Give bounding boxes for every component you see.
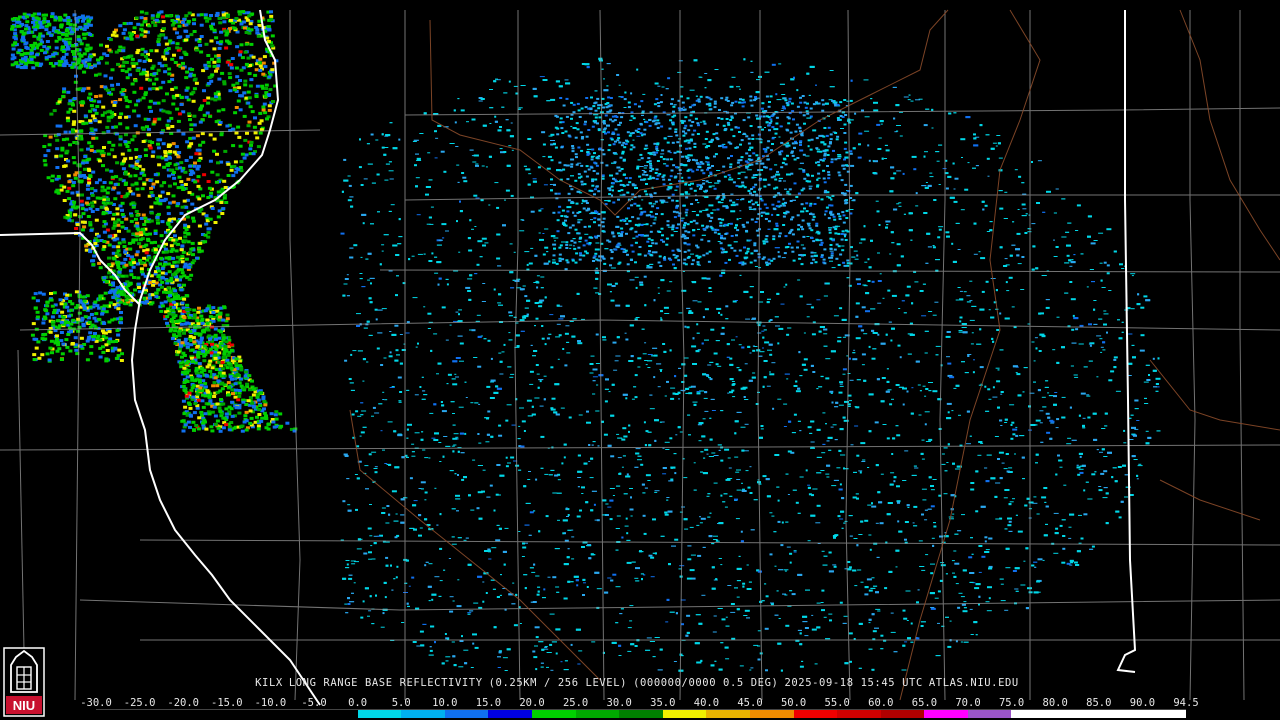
- legend-swatch: [444, 710, 489, 718]
- legend-tick: 80.0: [1042, 697, 1068, 709]
- legend-swatch: [226, 710, 271, 718]
- legend-swatch: [619, 710, 663, 718]
- legend-tick: 40.0: [693, 697, 720, 709]
- legend-swatch: [967, 710, 1012, 718]
- legend-tick: 94.5: [1173, 697, 1199, 709]
- radar-map: [0, 0, 1280, 720]
- legend-swatch: [662, 710, 707, 718]
- legend-tick: -15.0: [210, 697, 243, 709]
- legend-tick: 65.0: [911, 697, 938, 709]
- legend-tick: 35.0: [650, 697, 676, 709]
- legend-tick: -10.0: [254, 697, 287, 709]
- legend-tick: 45.0: [737, 697, 763, 709]
- legend-swatch: [270, 710, 314, 718]
- legend-swatch: [880, 710, 925, 718]
- legend-swatch: [837, 710, 881, 718]
- product-resolution: (0.25KM / 256 LEVEL): [488, 677, 628, 689]
- timestamp: 2025-09-18 15:45 UTC: [784, 677, 923, 689]
- legend-swatch: [139, 710, 184, 718]
- legend-tick: 15.0: [475, 697, 502, 709]
- legend-swatch: [793, 710, 838, 718]
- legend-swatch: [531, 710, 576, 718]
- legend-swatch: [183, 710, 227, 718]
- product-title: LONG RANGE BASE REFLECTIVITY: [288, 677, 483, 689]
- legend-tick: 75.0: [998, 697, 1025, 709]
- legend-swatch: [313, 710, 358, 718]
- legend-tick: -25.0: [123, 697, 156, 709]
- legend-swatch: [924, 710, 968, 718]
- legend-swatch: [1142, 710, 1186, 718]
- legend-tick: -30.0: [80, 697, 112, 709]
- legend-tick: -5.0: [301, 697, 327, 709]
- legend-tick: 90.0: [1129, 697, 1156, 709]
- volume-info: (000000/0000 0.5 DEG): [633, 677, 779, 689]
- legend-tick: -20.0: [167, 697, 199, 709]
- legend-color-bar: [96, 709, 1186, 718]
- legend-tick: 0.0: [348, 697, 368, 709]
- legend-tick: 30.0: [606, 697, 632, 709]
- radar-station: KILX: [255, 677, 283, 689]
- legend-swatch: [1055, 710, 1099, 718]
- legend-swatch: [1098, 710, 1143, 718]
- legend-ticks: -30.0 -25.0 -20.0 -15.0 -10.0 -5.0 0.0 5.0 10.0 1…: [80, 697, 1198, 709]
- legend-tick: 20.0: [519, 697, 545, 709]
- legend-tick: 25.0: [562, 697, 589, 709]
- logo-text: NIU: [13, 698, 35, 713]
- source-site: ATLAS.NIU.EDU: [928, 677, 1019, 689]
- legend-swatch: [1011, 710, 1056, 718]
- legend-tick: 10.0: [432, 697, 458, 709]
- legend-swatch: [488, 710, 532, 718]
- legend-swatch: [706, 710, 750, 718]
- niu-logo-icon: NIU: [3, 647, 45, 717]
- legend-tick: 50.0: [780, 697, 807, 709]
- product-caption: KILX LONG RANGE BASE REFLECTIVITY (0.25KM …: [0, 677, 1280, 689]
- legend-swatch: [96, 710, 140, 718]
- legend-tick: 55.0: [824, 697, 850, 709]
- legend-tick: 60.0: [868, 697, 894, 709]
- legend-swatch: [575, 710, 620, 718]
- legend-tick: 85.0: [1086, 697, 1112, 709]
- legend-tick: 70.0: [955, 697, 981, 709]
- legend-swatch: [749, 710, 794, 718]
- legend-swatch: [401, 710, 445, 718]
- legend-swatch: [357, 710, 402, 718]
- legend-tick: 5.0: [391, 697, 411, 709]
- reflectivity-legend: -30.0 -25.0 -20.0 -15.0 -10.0 -5.0 0.0 5.0 10.0 1…: [80, 697, 1199, 720]
